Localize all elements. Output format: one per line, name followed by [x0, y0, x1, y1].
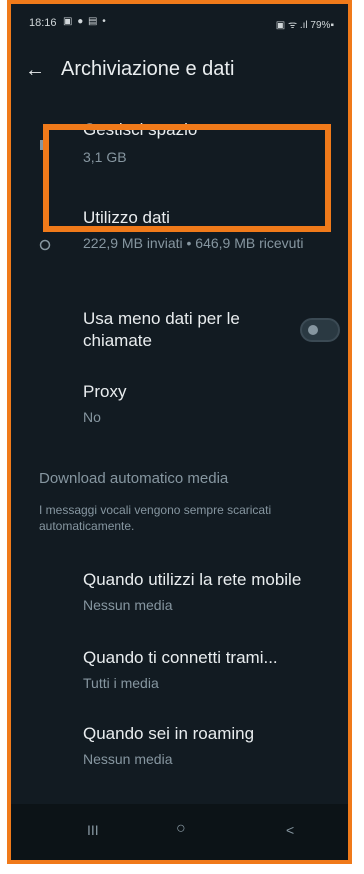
app-bar: ← Archiviazione e dati: [11, 48, 348, 98]
low-data-calls-item[interactable]: Usa meno dati per le chiamate: [11, 304, 348, 364]
mobile-data-label: Quando utilizzi la rete mobile: [83, 570, 302, 589]
home-button[interactable]: ○: [176, 820, 186, 838]
wifi-option[interactable]: Quando ti connetti trami... Tutti i medi…: [11, 644, 348, 700]
data-usage-label: Utilizzo dati: [83, 208, 170, 227]
low-data-calls-toggle[interactable]: [300, 318, 340, 342]
manage-storage-item[interactable]: Gestisci spazio 3,1 GB: [11, 116, 348, 184]
manage-storage-subtitle: 3,1 GB: [83, 149, 127, 165]
data-usage-subtitle: 222,9 MB inviati • 646,9 MB ricevuti: [83, 235, 304, 251]
roaming-value: Nessun media: [83, 751, 173, 767]
auto-download-note: I messaggi vocali vengono sempre scarica…: [39, 503, 272, 533]
recents-button[interactable]: III: [87, 822, 99, 838]
proxy-label: Proxy: [83, 382, 127, 401]
system-nav-bar: III ○ <: [11, 804, 348, 860]
wifi-value: Tutti i media: [83, 675, 159, 691]
auto-download-section-title: Download automatico media: [39, 470, 229, 487]
back-button[interactable]: <: [286, 822, 294, 838]
mobile-data-option[interactable]: Quando utilizzi la rete mobile Nessun me…: [11, 566, 348, 622]
toggle-knob: [308, 325, 318, 335]
manage-storage-label: Gestisci spazio: [83, 120, 198, 139]
notification-icons: ▣ ● ▤ •: [63, 16, 107, 27]
roaming-option[interactable]: Quando sei in roaming Nessun media: [11, 720, 348, 776]
wifi-label: Quando ti connetti trami...: [83, 648, 278, 667]
proxy-subtitle: No: [83, 409, 101, 425]
roaming-label: Quando sei in roaming: [83, 724, 255, 743]
mobile-data-value: Nessun media: [83, 597, 173, 613]
status-bar: 18:16 ▣ ● ▤ • ▣ ᯤ .ıl 79%▪: [11, 4, 348, 44]
proxy-item[interactable]: Proxy No: [11, 378, 348, 434]
page-title: Archiviazione e dati: [61, 58, 235, 80]
phone-screen: 18:16 ▣ ● ▤ • ▣ ᯤ .ıl 79%▪ ← Archiviazio…: [7, 0, 352, 864]
low-data-calls-label: Usa meno dati per le chiamate: [83, 309, 240, 350]
status-time: 18:16: [29, 17, 57, 29]
arrow-back-icon[interactable]: ←: [25, 60, 45, 80]
storage-icon: [39, 138, 53, 152]
status-indicators: ▣ ᯤ .ıl 79%▪: [275, 20, 334, 31]
data-usage-item[interactable]: Utilizzo dati 222,9 MB inviati • 646,9 M…: [11, 200, 348, 280]
data-usage-icon: [39, 238, 53, 252]
